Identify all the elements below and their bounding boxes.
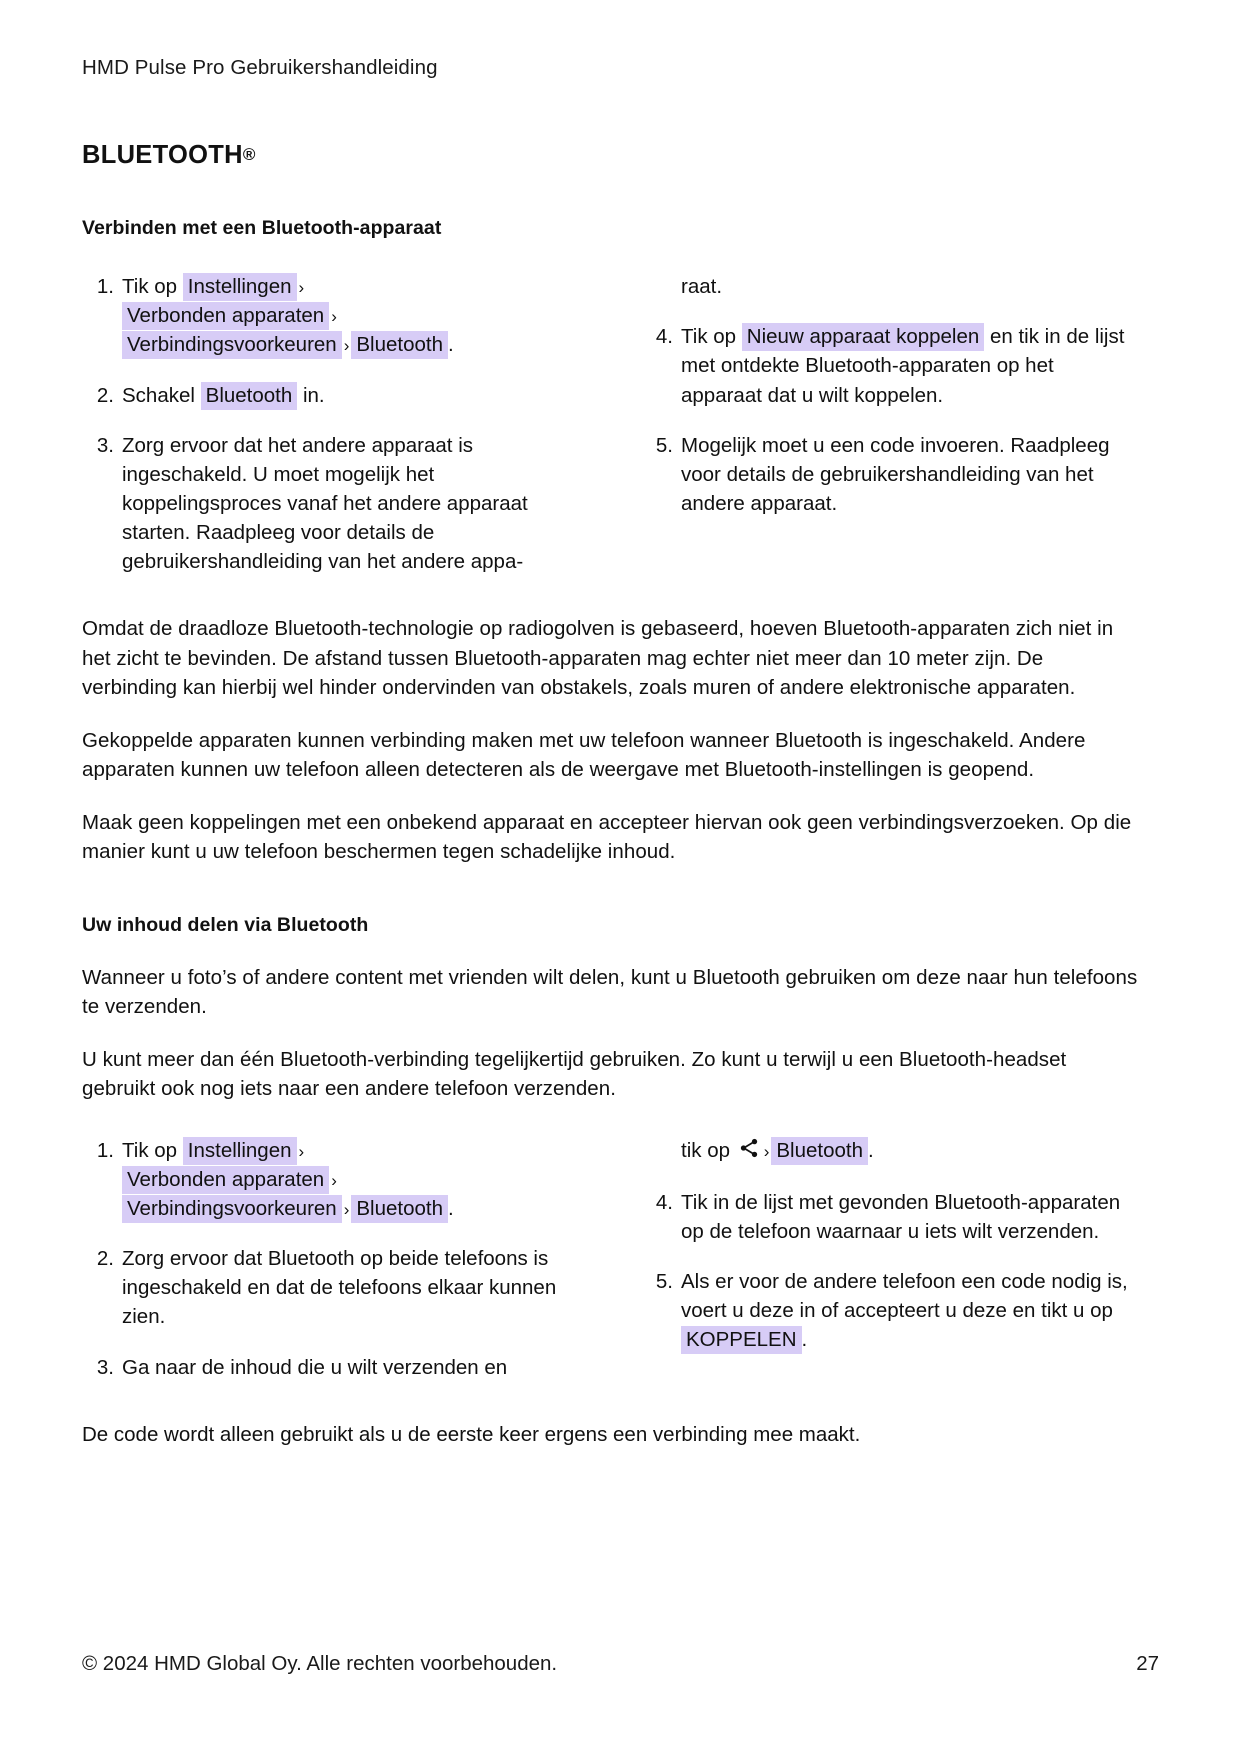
ui-path-chip-verbindingsvoorkeuren[interactable]: Verbindingsvoorkeuren bbox=[122, 331, 342, 360]
list-item-lead: Tik op bbox=[681, 325, 737, 349]
list-item-text: Mogelijk moet u een code invoeren. Raadp… bbox=[681, 433, 1110, 515]
list-item-number: 5. bbox=[655, 433, 673, 457]
paragraph-radio-waves: Omdat de draadloze Bluetooth-technologie… bbox=[82, 617, 1114, 700]
list-item: 1. Tik op Instellingen › Verbonden apparat… bbox=[82, 1136, 579, 1224]
section-heading-connect: Verbinden met een Bluetooth-apparaat bbox=[82, 217, 442, 240]
closing-note: De code wordt alleen gebruikt als u de e… bbox=[82, 1422, 861, 1446]
paragraph-safety-warning: Maak geen koppelingen met een onbekend a… bbox=[82, 810, 1132, 864]
ui-path-chip-instellingen[interactable]: Instellingen bbox=[182, 1136, 297, 1165]
steps-list-connect-right: raat. 4. Tik op Nieuw apparaat koppelen e… bbox=[641, 272, 1138, 518]
chevron-right-icon: › bbox=[763, 1141, 770, 1161]
share-icon[interactable] bbox=[738, 1137, 760, 1167]
list-item-lead: Tik op bbox=[122, 275, 178, 299]
continuation-tail: . bbox=[868, 1138, 874, 1162]
list-item-number: 4. bbox=[655, 325, 673, 349]
list-item-lead: Als er voor de andere telefoon een code … bbox=[681, 1270, 1128, 1323]
ui-path-chip-bluetooth[interactable]: Bluetooth bbox=[351, 331, 448, 360]
ui-chip-bluetooth[interactable]: Bluetooth bbox=[771, 1136, 868, 1165]
list-item-number: 5. bbox=[655, 1270, 673, 1294]
continuation-lead: tik op bbox=[681, 1138, 730, 1162]
chevron-right-icon: › bbox=[331, 1171, 337, 1190]
list-item-text: Tik in de lijst met gevonden Bluetooth-a… bbox=[681, 1191, 1121, 1244]
list-item: 5. Als er voor de andere telefoon een cod… bbox=[641, 1267, 1138, 1355]
steps-column-right-connect: raat. 4. Tik op Nieuw apparaat koppelen e… bbox=[641, 272, 1138, 576]
steps-column-left-connect: 1. Tik op Instellingen › Verbonden apparat… bbox=[82, 272, 579, 576]
toggle-chip-bluetooth[interactable]: Bluetooth bbox=[200, 381, 298, 410]
list-item-text: Zorg ervoor dat het andere apparaat is i… bbox=[122, 433, 528, 574]
list-item-text: Zorg ervoor dat Bluetooth op beide telef… bbox=[122, 1247, 557, 1329]
paragraph-multiple-connections: U kunt meer dan één Bluetooth-verbinding… bbox=[82, 1047, 1067, 1101]
ui-path-chip-verbonden-apparaten[interactable]: Verbonden apparaten bbox=[122, 1166, 330, 1194]
list-item: 3. Ga naar de inhoud die u wilt verzenden… bbox=[82, 1353, 579, 1382]
list-item-number: 1. bbox=[96, 1138, 114, 1162]
steps-list-share-left: 1. Tik op Instellingen › Verbonden apparat… bbox=[82, 1136, 579, 1382]
page-footer: © 2024 HMD Global Oy. Alle rechten voorb… bbox=[82, 1652, 1159, 1676]
ui-chip-koppelen[interactable]: KOPPELEN bbox=[681, 1326, 802, 1355]
ui-path-chip-verbindingsvoorkeuren[interactable]: Verbindingsvoorkeuren bbox=[122, 1195, 342, 1224]
registered-trademark-icon: ® bbox=[242, 144, 256, 164]
chevron-right-icon: › bbox=[343, 1200, 350, 1220]
list-item-lead: Tik op bbox=[122, 1138, 178, 1162]
chevron-right-icon: › bbox=[331, 307, 337, 327]
ui-path-chip-instellingen[interactable]: Instellingen bbox=[182, 273, 297, 302]
ui-path-chip-verbonden-apparaten[interactable]: Verbonden apparaten bbox=[122, 302, 330, 331]
list-item: 1. Tik op Instellingen › Verbonden apparat… bbox=[82, 272, 579, 360]
list-item: 4. Tik in de lijst met gevonden Bluetooth… bbox=[641, 1188, 1138, 1246]
steps-two-column-share: 1. Tik op Instellingen › Verbonden apparat… bbox=[82, 1136, 1159, 1382]
page-number: 27 bbox=[1136, 1652, 1159, 1675]
list-item-number: 2. bbox=[96, 1247, 114, 1271]
list-item-number: 2. bbox=[96, 383, 114, 407]
chevron-right-icon: › bbox=[298, 1141, 305, 1161]
ui-chip-nieuw-apparaat-koppelen[interactable]: Nieuw apparaat koppelen bbox=[741, 323, 985, 352]
running-head: HMD Pulse Pro Gebruikershandleiding bbox=[82, 56, 438, 79]
list-item-text: Ga naar de inhoud die u wilt verzenden e… bbox=[122, 1355, 508, 1379]
continuation-text: raat. bbox=[681, 275, 723, 299]
steps-list-share-right: tik op › Bluetooth. 4. Tik in de lijst met… bbox=[641, 1136, 1138, 1355]
document-page: HMD Pulse Pro Gebruikershandleiding BLUE… bbox=[0, 0, 1241, 1754]
list-item: 2. Zorg ervoor dat Bluetooth op beide tel… bbox=[82, 1244, 579, 1331]
list-item-continuation: raat. bbox=[641, 272, 1138, 301]
steps-list-connect-left: 1. Tik op Instellingen › Verbonden apparat… bbox=[82, 272, 579, 576]
list-item: 2. Schakel Bluetooth in. bbox=[82, 381, 579, 410]
list-item-trailing: . bbox=[448, 333, 454, 357]
copyright-text: © 2024 HMD Global Oy. Alle rechten voorb… bbox=[82, 1652, 558, 1675]
list-item: 5. Mogelijk moet u een code invoeren. Raa… bbox=[641, 431, 1138, 518]
chapter-title-text: BLUETOOTH bbox=[82, 140, 243, 169]
list-item-number: 4. bbox=[655, 1191, 673, 1214]
steps-two-column-connect: 1. Tik op Instellingen › Verbonden apparat… bbox=[82, 272, 1159, 576]
list-item-trailing: in. bbox=[302, 383, 325, 407]
ui-path-chip-bluetooth[interactable]: Bluetooth bbox=[351, 1195, 448, 1224]
list-item-continuation: tik op › Bluetooth. bbox=[641, 1136, 1138, 1167]
paragraph-share-photos: Wanneer u foto’s of andere content met v… bbox=[82, 965, 1138, 1019]
list-item-trailing: . bbox=[801, 1328, 808, 1352]
steps-column-right-share: tik op › Bluetooth. 4. Tik in de lijst met… bbox=[641, 1136, 1138, 1382]
chevron-right-icon: › bbox=[343, 336, 350, 356]
steps-column-left-share: 1. Tik op Instellingen › Verbonden apparat… bbox=[82, 1136, 579, 1382]
list-item-number: 3. bbox=[96, 1355, 114, 1379]
list-item-lead: Schakel bbox=[122, 383, 195, 407]
list-item: 4. Tik op Nieuw apparaat koppelen en tik … bbox=[641, 322, 1138, 409]
list-item: 3. Zorg ervoor dat het andere apparaat is… bbox=[82, 431, 579, 577]
list-item-number: 1. bbox=[96, 275, 114, 299]
list-item-number: 3. bbox=[96, 433, 114, 457]
page-title: BLUETOOTH® bbox=[82, 140, 1159, 171]
chevron-right-icon: › bbox=[298, 278, 305, 298]
paragraph-paired-devices: Gekoppelde apparaten kunnen verbinding m… bbox=[82, 728, 1086, 782]
section-heading-share: Uw inhoud delen via Bluetooth bbox=[82, 913, 369, 936]
list-item-trailing: . bbox=[448, 1197, 454, 1221]
